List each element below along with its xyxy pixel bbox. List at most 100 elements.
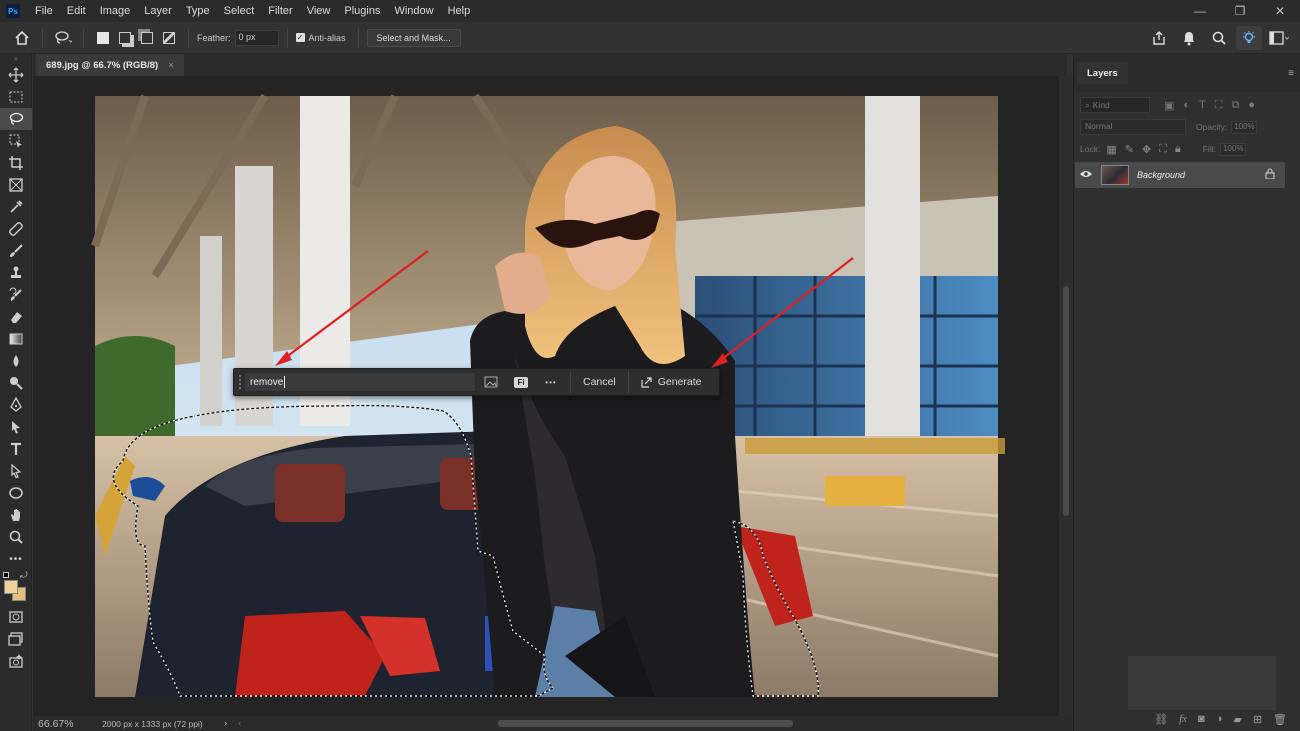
lock-image-icon[interactable]: ✎ bbox=[1125, 143, 1134, 156]
reference-image-icon[interactable] bbox=[476, 371, 506, 393]
generative-prompt-input[interactable]: remove bbox=[244, 372, 476, 392]
cancel-button[interactable]: Cancel bbox=[575, 371, 624, 393]
menu-image[interactable]: Image bbox=[93, 0, 138, 22]
brush-tool-icon[interactable] bbox=[0, 240, 32, 262]
filter-toggle-icon[interactable]: ● bbox=[1248, 99, 1255, 112]
menu-edit[interactable]: Edit bbox=[60, 0, 93, 22]
zoom-level[interactable]: 66.67% bbox=[38, 718, 102, 730]
vertical-scrollbar[interactable] bbox=[1059, 76, 1073, 716]
quick-mask-icon[interactable] bbox=[0, 606, 32, 628]
horizontal-scroll-thumb[interactable] bbox=[498, 720, 793, 727]
lock-artboard-icon[interactable]: ⛶ bbox=[1159, 143, 1167, 156]
pen-tool-icon[interactable] bbox=[0, 394, 32, 416]
menu-layer[interactable]: Layer bbox=[137, 0, 179, 22]
generate-button[interactable]: Generate bbox=[633, 371, 710, 393]
add-to-selection-icon[interactable] bbox=[119, 31, 131, 44]
layer-thumbnail[interactable] bbox=[1101, 165, 1129, 185]
gradient-tool-icon[interactable] bbox=[0, 328, 32, 350]
menu-window[interactable]: Window bbox=[387, 0, 440, 22]
clone-stamp-tool-icon[interactable] bbox=[0, 262, 32, 284]
hand-tool-icon[interactable] bbox=[0, 504, 32, 526]
path-selection-tool-icon[interactable] bbox=[0, 416, 32, 438]
frame-tool-icon[interactable] bbox=[0, 174, 32, 196]
tab-layers[interactable]: Layers bbox=[1077, 62, 1128, 84]
menu-view[interactable]: View bbox=[300, 0, 338, 22]
delete-layer-icon[interactable]: 🗑︎ bbox=[1273, 713, 1287, 726]
type-tool-icon[interactable] bbox=[0, 438, 32, 460]
menu-plugins[interactable]: Plugins bbox=[337, 0, 387, 22]
adjustment-layer-icon[interactable]: ◑ bbox=[1216, 713, 1223, 725]
eraser-tool-icon[interactable] bbox=[0, 306, 32, 328]
close-tab-icon[interactable]: × bbox=[168, 60, 174, 71]
select-and-mask-button[interactable]: Select and Mask... bbox=[366, 28, 461, 47]
visibility-eye-icon[interactable] bbox=[1075, 169, 1097, 181]
lock-position-icon[interactable]: ✥ bbox=[1142, 143, 1151, 156]
foreground-color-swatch[interactable] bbox=[4, 580, 18, 594]
menu-select[interactable]: Select bbox=[217, 0, 262, 22]
lasso-tool-preset-icon[interactable] bbox=[51, 26, 75, 50]
home-icon[interactable] bbox=[10, 26, 34, 50]
default-colors-icon[interactable] bbox=[3, 572, 9, 578]
type-filter-icon[interactable]: T bbox=[1199, 99, 1206, 112]
subtract-from-selection-icon[interactable] bbox=[141, 31, 153, 44]
color-swatches[interactable]: ⤾ bbox=[0, 570, 32, 606]
new-layer-icon[interactable]: ⊞ bbox=[1253, 713, 1262, 726]
close-button[interactable]: ✕ bbox=[1260, 0, 1300, 22]
antialias-checkbox[interactable]: ✓ bbox=[295, 33, 305, 42]
menu-filter[interactable]: Filter bbox=[261, 0, 299, 22]
layer-name[interactable]: Background bbox=[1137, 170, 1185, 180]
firefly-model-icon[interactable]: Fi bbox=[506, 371, 536, 393]
generative-ai-icon[interactable] bbox=[0, 650, 32, 672]
bell-icon[interactable] bbox=[1176, 26, 1202, 50]
swap-colors-icon[interactable]: ⤾ bbox=[20, 570, 28, 581]
eyedropper-tool-icon[interactable] bbox=[0, 196, 32, 218]
menu-file[interactable]: File bbox=[28, 0, 60, 22]
new-group-icon[interactable]: ▰ bbox=[1233, 713, 1241, 726]
minimize-button[interactable]: — bbox=[1180, 0, 1220, 22]
shape-filter-icon[interactable]: ⛶ bbox=[1215, 99, 1223, 112]
layer-lock-icon[interactable] bbox=[1265, 168, 1275, 182]
more-tools-icon[interactable]: ••• bbox=[0, 548, 32, 570]
lock-transparent-icon[interactable]: ▦ bbox=[1106, 143, 1116, 156]
document-tab[interactable]: 689.jpg @ 66.7% (RGB/8) × bbox=[36, 54, 184, 76]
screen-mode-icon[interactable] bbox=[0, 628, 32, 650]
direct-selection-tool-icon[interactable] bbox=[0, 460, 32, 482]
fill-input[interactable]: 100% bbox=[1219, 142, 1246, 156]
scroll-left-icon[interactable]: ‹ bbox=[238, 718, 241, 729]
layer-kind-filter[interactable]: ⌕ Kind bbox=[1080, 97, 1150, 113]
intersect-selection-icon[interactable] bbox=[163, 31, 175, 44]
healing-brush-tool-icon[interactable] bbox=[0, 218, 32, 240]
collapse-toolbar-icon[interactable]: » bbox=[0, 54, 32, 64]
layer-style-icon[interactable]: fx bbox=[1179, 713, 1187, 725]
smart-object-filter-icon[interactable]: ⧉ bbox=[1232, 99, 1240, 112]
panel-menu-icon[interactable]: ≡ bbox=[1288, 68, 1294, 79]
feather-input[interactable]: 0 px bbox=[234, 29, 279, 46]
link-layers-icon[interactable]: ⛓ bbox=[1154, 713, 1168, 726]
layer-row[interactable]: Background bbox=[1075, 162, 1285, 188]
marquee-tool-icon[interactable] bbox=[0, 86, 32, 108]
workspace-icon[interactable] bbox=[1266, 26, 1292, 50]
crop-tool-icon[interactable] bbox=[0, 152, 32, 174]
ellipse-tool-icon[interactable] bbox=[0, 482, 32, 504]
restore-button[interactable]: ❐ bbox=[1220, 0, 1260, 22]
new-selection-icon[interactable] bbox=[97, 31, 109, 44]
adjustment-filter-icon[interactable]: ◐ bbox=[1183, 99, 1190, 112]
document-image[interactable] bbox=[33, 76, 1059, 716]
blur-tool-icon[interactable] bbox=[0, 350, 32, 372]
more-options-icon[interactable]: ••• bbox=[536, 371, 566, 393]
opacity-input[interactable]: 100% bbox=[1231, 120, 1258, 134]
lock-all-icon[interactable]: 🔒︎ bbox=[1175, 143, 1181, 156]
blend-mode-select[interactable]: Normal bbox=[1080, 119, 1186, 135]
zoom-tool-icon[interactable] bbox=[0, 526, 32, 548]
search-icon[interactable] bbox=[1206, 26, 1232, 50]
move-tool-icon[interactable] bbox=[0, 64, 32, 86]
discover-lightbulb-icon[interactable] bbox=[1236, 26, 1262, 50]
drag-handle-icon[interactable] bbox=[236, 371, 244, 393]
lasso-tool-icon[interactable] bbox=[0, 108, 32, 130]
dodge-tool-icon[interactable] bbox=[0, 372, 32, 394]
menu-help[interactable]: Help bbox=[441, 0, 478, 22]
menu-type[interactable]: Type bbox=[179, 0, 217, 22]
history-brush-tool-icon[interactable] bbox=[0, 284, 32, 306]
object-selection-tool-icon[interactable] bbox=[0, 130, 32, 152]
status-menu-arrow[interactable]: › bbox=[224, 718, 238, 729]
